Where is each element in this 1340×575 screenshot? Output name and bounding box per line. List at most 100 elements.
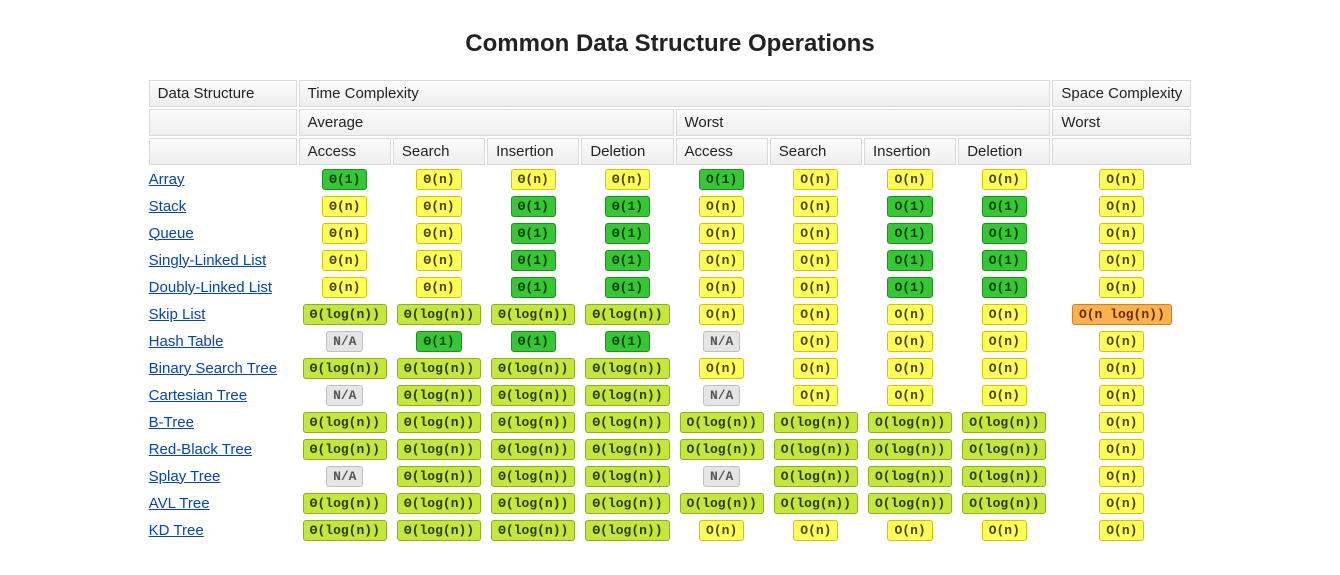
complexity-cell: O(1) bbox=[864, 275, 956, 300]
complexity-value: O(n) bbox=[887, 520, 932, 541]
data-structure-link[interactable]: Skip List bbox=[149, 306, 206, 323]
data-structure-link[interactable]: Red-Black Tree bbox=[149, 441, 252, 458]
data-structure-link[interactable]: Array bbox=[149, 171, 185, 188]
complexity-value: Θ(n) bbox=[416, 277, 461, 298]
complexity-cell: O(1) bbox=[958, 221, 1050, 246]
complexity-cell: Θ(log(n)) bbox=[581, 383, 673, 408]
complexity-cell: Θ(log(n)) bbox=[487, 356, 579, 381]
header-avg-search: Search bbox=[393, 138, 485, 165]
complexity-value: O(log(n)) bbox=[680, 439, 764, 460]
data-structure-cell: Splay Tree bbox=[149, 464, 297, 489]
complexity-value: O(n) bbox=[887, 358, 932, 379]
data-structure-link[interactable]: Hash Table bbox=[149, 333, 224, 350]
complexity-cell: Θ(log(n)) bbox=[299, 302, 391, 327]
data-structure-link[interactable]: AVL Tree bbox=[149, 495, 210, 512]
complexity-value: O(log(n)) bbox=[868, 493, 952, 514]
complexity-value: O(1) bbox=[982, 250, 1027, 271]
complexity-cell: O(n) bbox=[1052, 464, 1191, 489]
data-structure-cell: B-Tree bbox=[149, 410, 297, 435]
complexity-cell: O(1) bbox=[958, 275, 1050, 300]
complexity-value: O(log(n)) bbox=[962, 412, 1046, 433]
complexity-cell: N/A bbox=[676, 329, 768, 354]
complexity-cell: Θ(n) bbox=[299, 221, 391, 246]
complexity-value: O(n) bbox=[1099, 439, 1144, 460]
complexity-cell: O(n) bbox=[676, 302, 768, 327]
complexity-value: O(n) bbox=[1099, 223, 1144, 244]
complexity-cell: Θ(1) bbox=[393, 329, 485, 354]
table-row: Doubly-Linked ListΘ(n)Θ(n)Θ(1)Θ(1)O(n)O(… bbox=[149, 275, 1192, 300]
complexity-value: O(1) bbox=[982, 223, 1027, 244]
complexity-value: Θ(log(n)) bbox=[397, 520, 481, 541]
complexity-cell: O(log(n)) bbox=[676, 410, 768, 435]
data-structure-link[interactable]: KD Tree bbox=[149, 522, 204, 539]
complexity-value: O(log(n)) bbox=[680, 493, 764, 514]
complexity-cell: Θ(log(n)) bbox=[393, 302, 485, 327]
complexity-cell: O(n) bbox=[770, 194, 862, 219]
complexity-value: O(1) bbox=[887, 277, 932, 298]
complexity-cell: O(log(n)) bbox=[770, 491, 862, 516]
complexity-cell: Θ(n) bbox=[299, 194, 391, 219]
complexity-value: O(n) bbox=[982, 385, 1027, 406]
header-avg-access: Access bbox=[299, 138, 391, 165]
complexity-cell: O(n) bbox=[958, 518, 1050, 543]
header-worst-insertion: Insertion bbox=[864, 138, 956, 165]
complexity-cell: O(log(n)) bbox=[770, 464, 862, 489]
complexity-cell: O(n) bbox=[1052, 329, 1191, 354]
complexity-cell: O(n) bbox=[770, 518, 862, 543]
complexity-value: O(n) bbox=[1099, 493, 1144, 514]
complexity-value: Θ(log(n)) bbox=[491, 439, 575, 460]
complexity-value: Θ(log(n)) bbox=[585, 304, 669, 325]
data-structure-cell: Stack bbox=[149, 194, 297, 219]
complexity-cell: O(n) bbox=[864, 167, 956, 192]
complexity-value: O(n) bbox=[699, 196, 744, 217]
complexity-value: Θ(1) bbox=[511, 223, 556, 244]
complexity-cell: Θ(1) bbox=[581, 194, 673, 219]
complexity-value: O(n) bbox=[1099, 412, 1144, 433]
header-space-spacer bbox=[1052, 138, 1191, 165]
table-body: ArrayΘ(1)Θ(n)Θ(n)Θ(n)O(1)O(n)O(n)O(n)O(n… bbox=[149, 167, 1192, 543]
complexity-value: O(n) bbox=[887, 331, 932, 352]
complexity-value: O(log(n)) bbox=[868, 412, 952, 433]
header-space-complexity: Space Complexity bbox=[1052, 80, 1191, 107]
complexity-cell: O(n) bbox=[676, 248, 768, 273]
complexity-value: N/A bbox=[703, 466, 740, 487]
table-row: Splay TreeN/AΘ(log(n))Θ(log(n))Θ(log(n))… bbox=[149, 464, 1192, 489]
complexity-cell: O(n) bbox=[676, 518, 768, 543]
table-row: Binary Search TreeΘ(log(n))Θ(log(n))Θ(lo… bbox=[149, 356, 1192, 381]
data-structure-link[interactable]: Queue bbox=[149, 225, 194, 242]
complexity-value: O(n) bbox=[887, 304, 932, 325]
data-structure-link[interactable]: B-Tree bbox=[149, 414, 194, 431]
data-structure-link[interactable]: Cartesian Tree bbox=[149, 387, 247, 404]
table-row: B-TreeΘ(log(n))Θ(log(n))Θ(log(n))Θ(log(n… bbox=[149, 410, 1192, 435]
complexity-value: O(n) bbox=[1099, 169, 1144, 190]
data-structure-link[interactable]: Splay Tree bbox=[149, 468, 221, 485]
complexity-cell: Θ(log(n)) bbox=[393, 437, 485, 462]
complexity-cell: Θ(log(n)) bbox=[487, 518, 579, 543]
complexity-cell: O(log(n)) bbox=[770, 410, 862, 435]
header-avg-deletion: Deletion bbox=[581, 138, 673, 165]
complexity-value: Θ(1) bbox=[605, 250, 650, 271]
complexity-value: Θ(n) bbox=[322, 223, 367, 244]
header-spacer bbox=[149, 138, 297, 165]
complexity-value: Θ(log(n)) bbox=[397, 304, 481, 325]
data-structure-cell: Skip List bbox=[149, 302, 297, 327]
data-structure-link[interactable]: Doubly-Linked List bbox=[149, 279, 272, 296]
complexity-value: O(n) bbox=[1099, 358, 1144, 379]
complexity-value: Θ(1) bbox=[322, 169, 367, 190]
complexity-value: Θ(n) bbox=[322, 196, 367, 217]
data-structure-link[interactable]: Stack bbox=[149, 198, 187, 215]
complexity-cell: O(n) bbox=[958, 302, 1050, 327]
data-structure-link[interactable]: Binary Search Tree bbox=[149, 360, 277, 377]
complexity-value: O(n) bbox=[699, 520, 744, 541]
page-title: Common Data Structure Operations bbox=[0, 30, 1340, 58]
complexity-value: O(n) bbox=[1099, 250, 1144, 271]
complexity-value: O(n) bbox=[793, 358, 838, 379]
complexity-value: O(n) bbox=[699, 223, 744, 244]
complexity-cell: Θ(n) bbox=[487, 167, 579, 192]
data-structure-link[interactable]: Singly-Linked List bbox=[149, 252, 267, 269]
table-row: AVL TreeΘ(log(n))Θ(log(n))Θ(log(n))Θ(log… bbox=[149, 491, 1192, 516]
complexity-value: O(n) bbox=[793, 223, 838, 244]
complexity-value: Θ(log(n)) bbox=[397, 466, 481, 487]
complexity-value: N/A bbox=[326, 385, 363, 406]
complexity-value: Θ(log(n)) bbox=[585, 439, 669, 460]
